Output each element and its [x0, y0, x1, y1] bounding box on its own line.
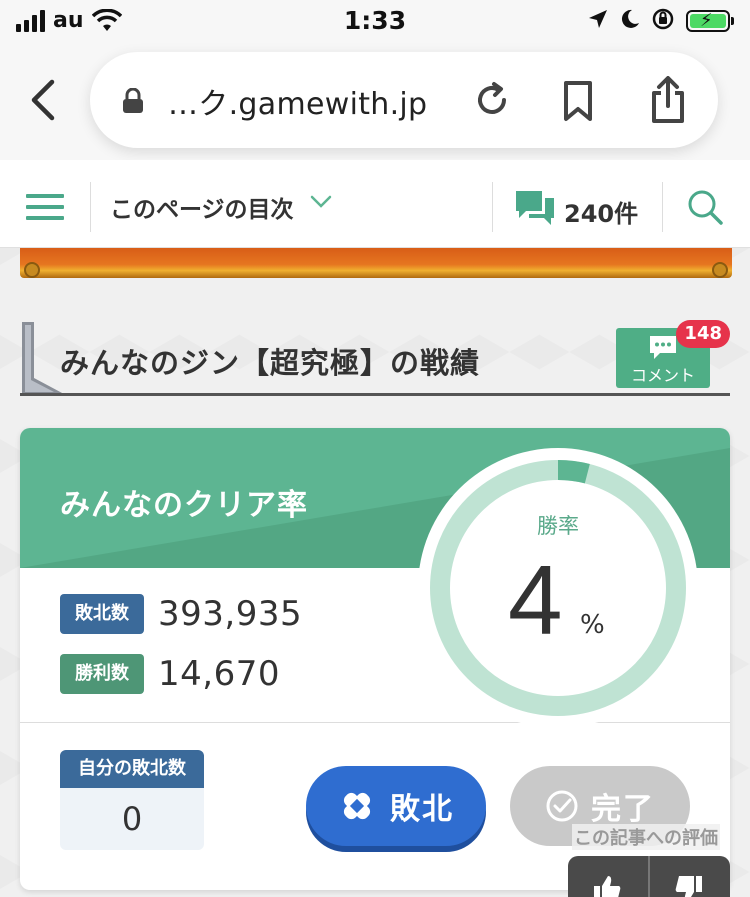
comments-link[interactable]: 240件	[514, 188, 638, 234]
rating-bar	[568, 856, 730, 897]
loss-value: 393,935	[158, 594, 303, 634]
bandage-icon	[338, 787, 376, 825]
main-content: みんなのジン【超究極】の戦績 コメント 148 みんなのクリア率 敗北数 393…	[0, 248, 750, 897]
url-text: …ク.gamewith.jp	[168, 87, 428, 122]
clear-button-label: 完了	[591, 792, 655, 827]
win-label: 勝利数	[60, 654, 144, 694]
comment-button-label: コメント	[630, 366, 695, 385]
loss-stat: 敗北数 393,935	[60, 594, 302, 634]
check-circle-icon	[545, 789, 579, 823]
win-stat: 勝利数 14,670	[60, 654, 280, 694]
section-header: みんなのジン【超究極】の戦績 コメント 148	[20, 320, 730, 396]
stats-title: みんなのクリア率	[60, 488, 308, 523]
win-rate-unit: %	[580, 610, 605, 640]
site-header: このページの目次 240件	[0, 160, 750, 248]
win-rate-value: 4	[508, 545, 563, 655]
thumbs-down-icon[interactable]	[674, 874, 704, 897]
header-divider	[492, 182, 493, 232]
thumbs-up-icon[interactable]	[592, 874, 622, 897]
toc-dropdown[interactable]: このページの目次	[110, 190, 294, 224]
moon-icon	[620, 9, 640, 33]
stats-card: みんなのクリア率 敗北数 393,935 勝利数 14,670 勝率 4 % 自…	[20, 428, 730, 890]
section-title: みんなのジン【超究極】の戦績	[60, 346, 481, 380]
header-divider	[662, 182, 663, 232]
comments-icon	[514, 188, 556, 234]
lock-icon	[122, 87, 144, 118]
location-icon	[588, 9, 608, 33]
status-bar: au 1:33 ⚡	[0, 0, 750, 42]
bookmark-icon[interactable]	[560, 80, 596, 126]
my-loss-box: 自分の敗北数 0	[60, 750, 204, 850]
decorative-banner	[20, 248, 732, 278]
defeat-button-label: 敗北	[390, 792, 454, 827]
orientation-lock-icon	[652, 8, 674, 34]
my-loss-label: 自分の敗北数	[60, 750, 204, 788]
header-divider	[90, 182, 91, 232]
loss-label: 敗北数	[60, 594, 144, 634]
browser-toolbar: …ク.gamewith.jp	[0, 42, 750, 160]
comment-button[interactable]: コメント 148	[616, 320, 730, 388]
comment-badge: 148	[676, 320, 730, 348]
chevron-down-icon[interactable]	[310, 194, 332, 213]
my-loss-value: 0	[121, 800, 143, 838]
win-rate-label: 勝率	[537, 514, 579, 538]
battery-charging-icon: ⚡	[686, 10, 734, 32]
address-bar[interactable]: …ク.gamewith.jp	[90, 52, 718, 148]
win-value: 14,670	[158, 654, 280, 694]
rating-separator	[648, 856, 650, 897]
rating-label: この記事への評価	[572, 824, 720, 850]
reload-icon[interactable]	[472, 80, 512, 124]
comment-count: 240件	[564, 199, 639, 228]
back-icon[interactable]	[24, 78, 64, 122]
hamburger-icon[interactable]	[26, 194, 64, 227]
win-rate-gauge: 勝率 4 %	[418, 448, 698, 728]
search-icon[interactable]	[686, 188, 724, 230]
defeat-button[interactable]: 敗北	[306, 766, 486, 846]
title-underline	[20, 393, 730, 396]
share-icon[interactable]	[648, 76, 688, 128]
